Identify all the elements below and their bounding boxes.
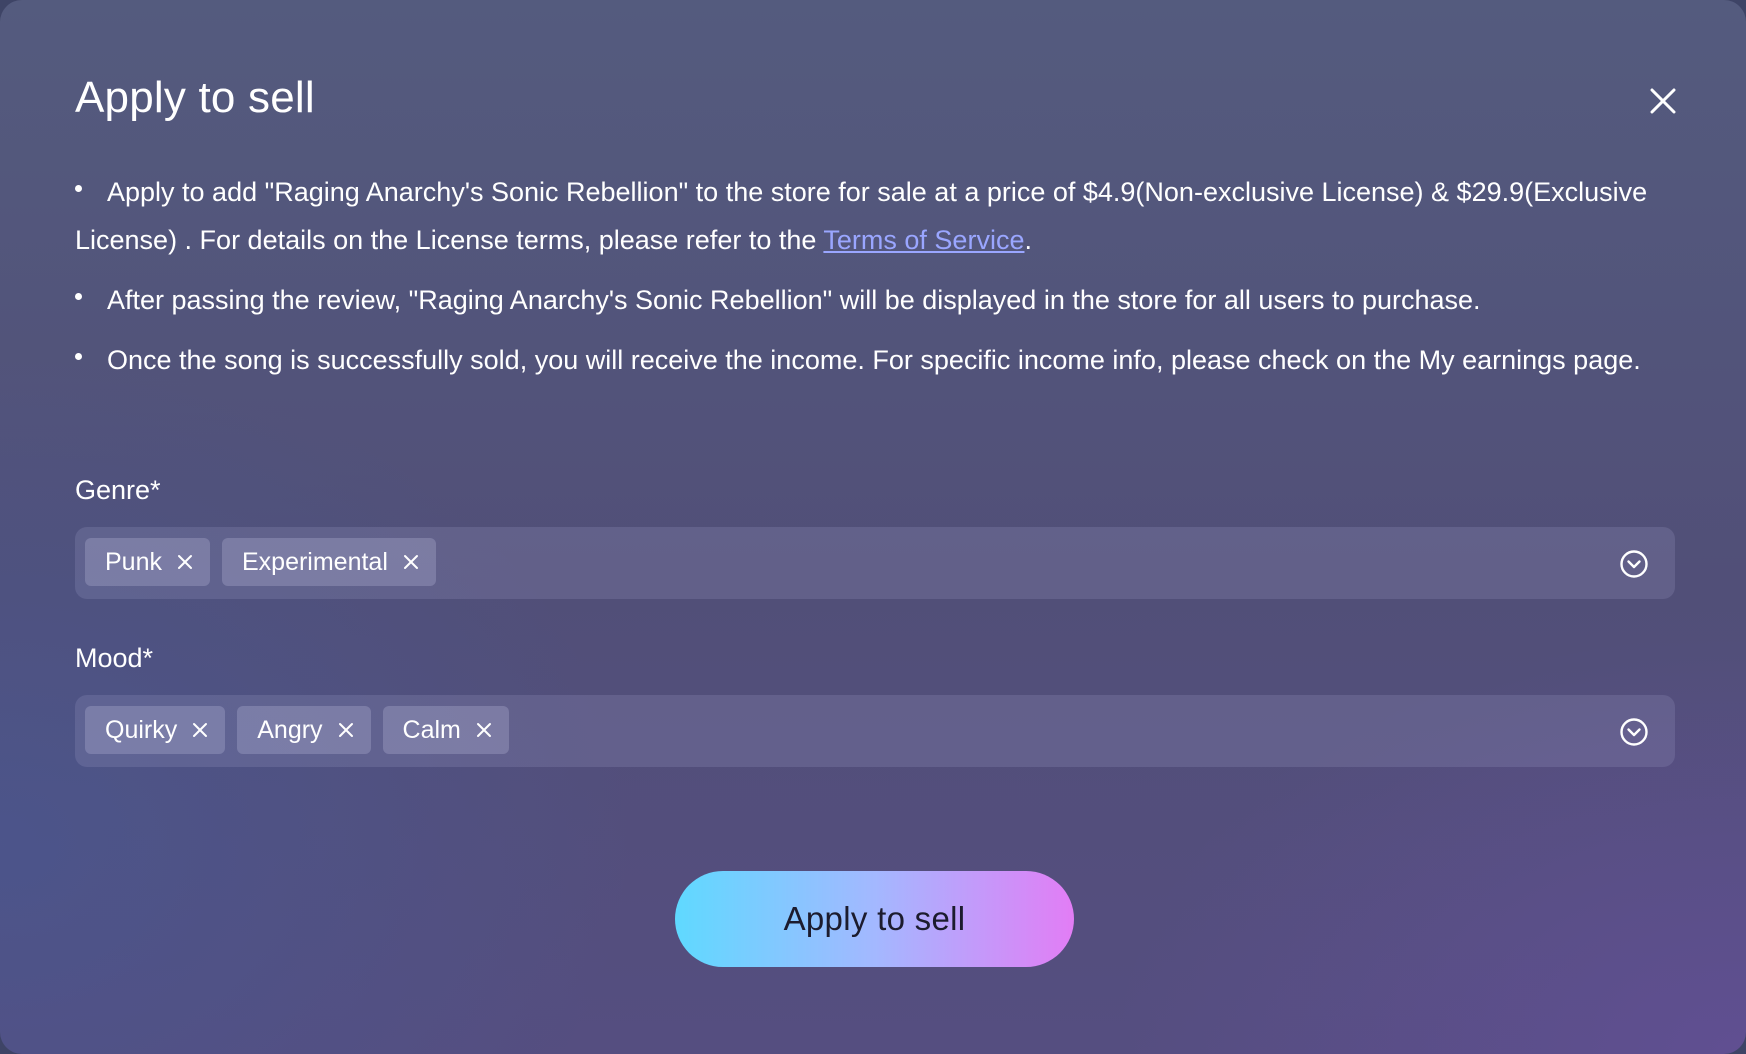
apply-to-sell-button[interactable]: Apply to sell — [675, 871, 1074, 967]
terms-of-service-link[interactable]: Terms of Service — [823, 225, 1024, 255]
remove-tag-button[interactable] — [398, 549, 424, 575]
bullet — [75, 185, 82, 192]
mood-label: Mood* — [75, 643, 154, 673]
bullet — [75, 353, 82, 360]
genre-tag: Experimental — [221, 538, 436, 586]
mood-tags: Quirky Angry Calm — [85, 706, 509, 754]
remove-tag-button[interactable] — [333, 717, 359, 743]
genre-tags: Punk Experimental — [85, 538, 436, 586]
info-item-price: Apply to add "Raging Anarchy's Sonic Reb… — [75, 168, 1675, 264]
mood-tag: Quirky — [85, 706, 226, 754]
genre-tag-label: Punk — [105, 547, 162, 576]
close-icon — [403, 555, 418, 569]
close-icon — [476, 723, 491, 737]
genre-label: Genre* — [75, 475, 161, 505]
info-item-price-end: . — [1024, 225, 1032, 255]
genre-tag-label: Experimental — [241, 547, 388, 576]
mood-select[interactable]: Quirky Angry Calm — [75, 695, 1675, 767]
chevron-down-circle-icon[interactable] — [1619, 549, 1649, 579]
info-item-review: After passing the review, "Raging Anarch… — [75, 276, 1675, 324]
close-icon — [338, 723, 353, 737]
info-item-income: Once the song is successfully sold, you … — [75, 336, 1675, 384]
bullet — [75, 293, 82, 300]
mood-tag-label: Angry — [257, 715, 323, 744]
info-list: Apply to add "Raging Anarchy's Sonic Reb… — [75, 168, 1675, 396]
apply-to-sell-dialog: Apply to sell Apply to add "Raging Anarc… — [0, 0, 1746, 1054]
mood-tag: Angry — [237, 706, 371, 754]
dialog-title: Apply to sell — [75, 73, 315, 122]
close-icon — [193, 723, 208, 737]
mood-tag-label: Calm — [402, 715, 461, 744]
close-button[interactable] — [1640, 78, 1686, 124]
genre-select[interactable]: Punk Experimental — [75, 527, 1675, 599]
remove-tag-button[interactable] — [187, 717, 213, 743]
chevron-down-circle-icon[interactable] — [1619, 717, 1649, 747]
mood-tag-label: Quirky — [105, 715, 178, 744]
close-icon — [1650, 88, 1676, 114]
remove-tag-button[interactable] — [172, 549, 198, 575]
info-item-review-text: After passing the review, "Raging Anarch… — [107, 285, 1481, 315]
info-item-income-text: Once the song is successfully sold, you … — [107, 345, 1641, 375]
genre-tag: Punk — [85, 538, 210, 586]
remove-tag-button[interactable] — [471, 717, 497, 743]
close-icon — [177, 555, 192, 569]
mood-tag: Calm — [382, 706, 509, 754]
